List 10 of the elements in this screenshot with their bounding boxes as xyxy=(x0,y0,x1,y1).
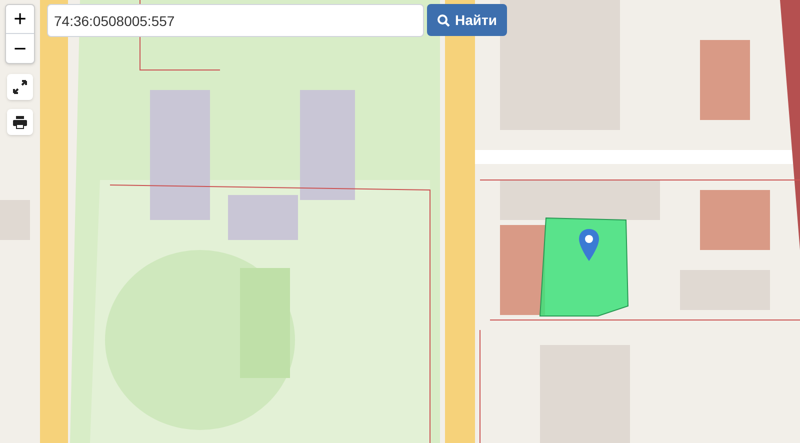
fullscreen-button[interactable] xyxy=(7,74,33,100)
print-button[interactable] xyxy=(7,109,33,135)
expand-icon xyxy=(13,80,27,94)
search-icon xyxy=(437,14,450,26)
search-button[interactable]: Найти xyxy=(427,4,507,36)
map-marker-icon[interactable] xyxy=(578,228,600,262)
search-field[interactable]: 74:36:0508005:557 xyxy=(47,4,424,37)
zoom-out-button[interactable]: − xyxy=(6,34,34,63)
zoom-in-button[interactable]: + xyxy=(6,5,34,34)
printer-icon xyxy=(13,116,27,128)
